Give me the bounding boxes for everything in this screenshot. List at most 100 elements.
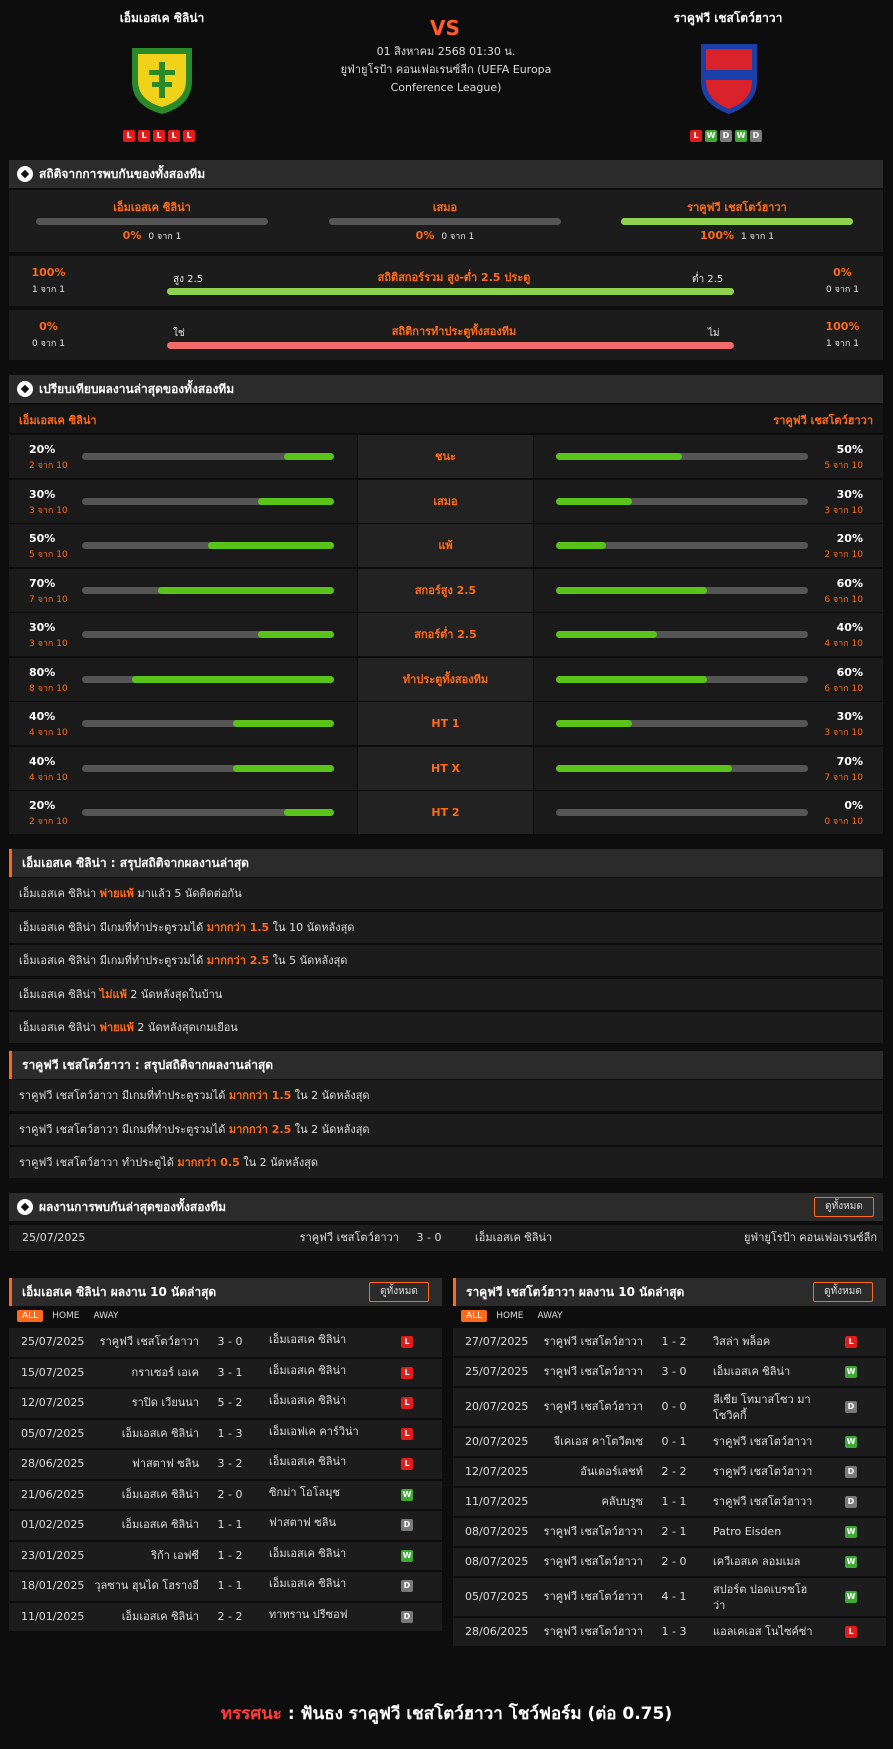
away-team[interactable]: เอ็มเอสเค ซิลิน่า (269, 1363, 369, 1379)
home-team[interactable]: คลับบรูซ (533, 1488, 643, 1516)
summary-text: ใน 2 นัดหลังสุด (291, 1089, 370, 1102)
away-team[interactable]: เอ็มเอสเค ซิลิน่า (475, 1225, 552, 1251)
match-competition[interactable]: ยูฟ่ายูโรป้า คอนเฟอเรนซ์ลีก (UEFA Europa… (335, 61, 557, 97)
form-badge: L (168, 130, 180, 142)
compare-home-cell: 40% 4 จาก 10 (9, 702, 357, 745)
h2h-home-bar (36, 218, 268, 225)
match-row[interactable]: 12/07/2025 อันเดอร์เลชท์ 2 - 2 ราคูฟวี เชสโ… (453, 1458, 886, 1486)
away-team[interactable]: ลีเซีย โทมาสโซว มาโซวิคกี้ (713, 1392, 813, 1424)
compare-home-bar (82, 809, 334, 816)
away-team[interactable]: เอ็มเอสเค ซิลิน่า (269, 1454, 369, 1470)
h2h-home-pct: 0% (122, 229, 142, 242)
compare-away-bar (556, 720, 808, 727)
home-team[interactable]: ราปิด เวียนนา (89, 1389, 199, 1418)
result-badge: W (845, 1526, 857, 1538)
h2h-away-pct: 100% (700, 229, 735, 242)
away-team[interactable]: ราคูฟวี เชสโตว์ฮาวา (713, 1488, 813, 1516)
away-team[interactable]: แอลเคเอส โนไซค์ซ่า (713, 1618, 813, 1646)
home-team[interactable]: ราคูฟวี เชสโตว์ฮาวา (533, 1618, 643, 1646)
away-team[interactable]: ทาทราน ปรีซอฟ (269, 1607, 369, 1623)
match-row[interactable]: 27/07/2025 ราคูฟวี เชสโตว์ฮาวา 1 - 2 วิสล่า… (453, 1328, 886, 1356)
h2h-row[interactable]: 25/07/2025 ราคูฟวี เชสโตว์ฮาวา 3 - 0 เอ็มเอ… (9, 1225, 883, 1251)
home-team-logo[interactable] (122, 36, 202, 116)
match-row[interactable]: 20/07/2025 ราคูฟวี เชสโตว์ฮาวา 0 - 0 ลีเซีย… (453, 1388, 886, 1426)
home-team[interactable]: ฟาสตาฟ ซลิน (89, 1450, 199, 1479)
home-team[interactable]: ราคูฟวี เชสโตว์ฮาวา (199, 1225, 399, 1251)
away-team[interactable]: ราคูฟวี เชสโตว์ฮาวา (713, 1458, 813, 1486)
h2h-home-of: 0 จาก 1 (148, 232, 182, 242)
tab-all[interactable]: ALL (461, 1310, 488, 1322)
compare-home-bar (82, 453, 334, 460)
home-team[interactable]: ราคูฟวี เชสโตว์ฮาวา (533, 1358, 643, 1386)
match-row[interactable]: 18/01/2025 วุลซาน ฮุนได โฮรางอี 1 - 1 เอ็มเ… (9, 1572, 442, 1601)
home-team[interactable]: ราคูฟวี เชสโตว์ฮาวา (533, 1388, 643, 1426)
home-team[interactable]: ราคูฟวี เชสโตว์ฮาวา (533, 1518, 643, 1546)
away-team-name[interactable]: ราคูฟวี เชสโตว์ฮาวา (628, 9, 828, 28)
result-badge: L (401, 1366, 413, 1379)
match-row[interactable]: 11/07/2025 คลับบรูซ 1 - 1 ราคูฟวี เชสโตว์ฮา… (453, 1488, 886, 1516)
match-row[interactable]: 08/07/2025 ราคูฟวี เชสโตว์ฮาวา 2 - 1 Patro … (453, 1518, 886, 1546)
match-date: 25/07/2025 (21, 1335, 85, 1348)
away-team[interactable]: เควีเอสเค ลอมเมล (713, 1548, 813, 1576)
away-team[interactable]: เอ็มเอสเค ซิลิน่า (713, 1358, 813, 1386)
home-last10-view-all-button[interactable]: ดูทั้งหมด (369, 1282, 429, 1302)
match-row[interactable]: 12/07/2025 ราปิด เวียนนา 5 - 2 เอ็มเอสเค ซิ… (9, 1389, 442, 1418)
tab-home[interactable]: HOME (47, 1310, 84, 1322)
compare-label: HT 2 (358, 791, 533, 834)
away-team[interactable]: เอ็มเอสเค ซิลิน่า (269, 1546, 369, 1562)
compare-row: 40% 4 จาก 10 HT 1 30% 3 จาก 10 (9, 702, 883, 746)
home-team[interactable]: วุลซาน ฮุนได โฮรางอี (89, 1572, 199, 1601)
match-row[interactable]: 08/07/2025 ราคูฟวี เชสโตว์ฮาวา 2 - 0 เควีเอ… (453, 1548, 886, 1576)
away-last10-view-all-button[interactable]: ดูทั้งหมด (813, 1282, 873, 1302)
match-row[interactable]: 11/01/2025 เอ็มเอสเค ซิลิน่า 2 - 2 ทาทราน ป… (9, 1602, 442, 1632)
away-team[interactable]: ฟาสตาฟ ซลิน (269, 1515, 369, 1531)
home-team[interactable]: กราเซอร์ เอเค (89, 1359, 199, 1388)
home-team[interactable]: ราคูฟวี เชสโตว์ฮาวา (533, 1578, 643, 1616)
away-team[interactable]: วิสล่า พล็อค (713, 1328, 813, 1356)
match-row[interactable]: 01/02/2025 เอ็มเอสเค ซิลิน่า 1 - 1 ฟาสตาฟ ซ… (9, 1511, 442, 1540)
away-team[interactable]: เอ็มเอสเค ซิลิน่า (269, 1393, 369, 1409)
tab-all[interactable]: ALL (17, 1310, 44, 1322)
away-team[interactable]: เอ็มเอสเค ซิลิน่า (269, 1576, 369, 1592)
away-team[interactable]: เอ็มเอฟเค คาร์วิน่า (269, 1424, 369, 1440)
h2h-away-of: 1 จาก 1 (741, 232, 774, 242)
home-team[interactable]: อันเดอร์เลชท์ (533, 1458, 643, 1486)
home-team[interactable]: ราคูฟวี เชสโตว์ฮาวา (533, 1328, 643, 1356)
match-row[interactable]: 28/06/2025 ฟาสตาฟ ซลิน 3 - 2 เอ็มเอสเค ซิลิ… (9, 1450, 442, 1479)
match-row[interactable]: 15/07/2025 กราเซอร์ เอเค 3 - 1 เอ็มเอสเค ซิ… (9, 1358, 442, 1388)
h2h-view-all-button[interactable]: ดูทั้งหมด (814, 1197, 874, 1217)
home-team[interactable]: จีเคเอส คาโตวีตเซ (533, 1428, 643, 1456)
home-team[interactable]: เอ็มเอสเค ซิลิน่า (89, 1481, 199, 1510)
away-team-logo[interactable] (689, 36, 769, 116)
section-title: เปรียบเทียบผลงานล่าสุดของทั้งสองทีม (39, 381, 235, 396)
away-team[interactable]: ซิกม่า โอโลมุช (269, 1485, 369, 1501)
match-row[interactable]: 23/01/2025 ริก้า เอฟซี 1 - 2 เอ็มเอสเค ซิลิ… (9, 1541, 442, 1571)
match-row[interactable]: 25/07/2025 ราคูฟวี เชสโตว์ฮาวา 3 - 0 เอ็มเอ… (453, 1358, 886, 1386)
tab-home[interactable]: HOME (491, 1310, 528, 1322)
home-team[interactable]: เอ็มเอสเค ซิลิน่า (89, 1420, 199, 1449)
home-team-name[interactable]: เอ็มเอสเค ซิลิน่า (62, 9, 262, 28)
ou-bar (167, 288, 734, 295)
away-team[interactable]: สปอร์ต ปอดเบรซโฮว่า (713, 1582, 813, 1614)
away-team[interactable]: เอ็มเอสเค ซิลิน่า (269, 1332, 369, 1348)
away-team[interactable]: Patro Eisden (713, 1518, 813, 1546)
compare-away-pct: 20% (836, 532, 863, 545)
home-team[interactable]: เอ็มเอสเค ซิลิน่า (89, 1511, 199, 1540)
match-row[interactable]: 20/07/2025 จีเคเอส คาโตวีตเซ 0 - 1 ราคูฟวี … (453, 1428, 886, 1456)
match-row[interactable]: 21/06/2025 เอ็มเอสเค ซิลิน่า 2 - 0 ซิกม่า โ… (9, 1480, 442, 1510)
score: 3 - 0 (217, 1335, 243, 1348)
tab-away[interactable]: AWAY (533, 1310, 568, 1322)
home-team[interactable]: เอ็มเอสเค ซิลิน่า (89, 1603, 199, 1632)
summary-row: ราคูฟวี เชสโตว์ฮาวา มีเกมที่ทำประตูรวมได… (9, 1080, 883, 1111)
match-row[interactable]: 25/07/2025 ราคูฟวี เชสโตว์ฮาวา 3 - 0 เอ็มเอ… (9, 1328, 442, 1357)
match-row[interactable]: 05/07/2025 ราคูฟวี เชสโตว์ฮาวา 4 - 1 สปอร์ต… (453, 1578, 886, 1616)
away-team[interactable]: ราคูฟวี เชสโตว์ฮาวา (713, 1428, 813, 1456)
home-team[interactable]: ริก้า เอฟซี (89, 1542, 199, 1571)
compare-home-cell: 30% 3 จาก 10 (9, 479, 357, 523)
match-row[interactable]: 05/07/2025 เอ็มเอสเค ซิลิน่า 1 - 3 เอ็มเอฟเ… (9, 1419, 442, 1449)
home-team[interactable]: ราคูฟวี เชสโตว์ฮาวา (89, 1328, 199, 1357)
match-row[interactable]: 28/06/2025 ราคูฟวี เชสโตว์ฮาวา 1 - 3 แอลเคเ… (453, 1618, 886, 1646)
tab-away[interactable]: AWAY (89, 1310, 124, 1322)
home-team[interactable]: ราคูฟวี เชสโตว์ฮาวา (533, 1548, 643, 1576)
summary-highlight: ไม่แพ้ (99, 987, 127, 1001)
